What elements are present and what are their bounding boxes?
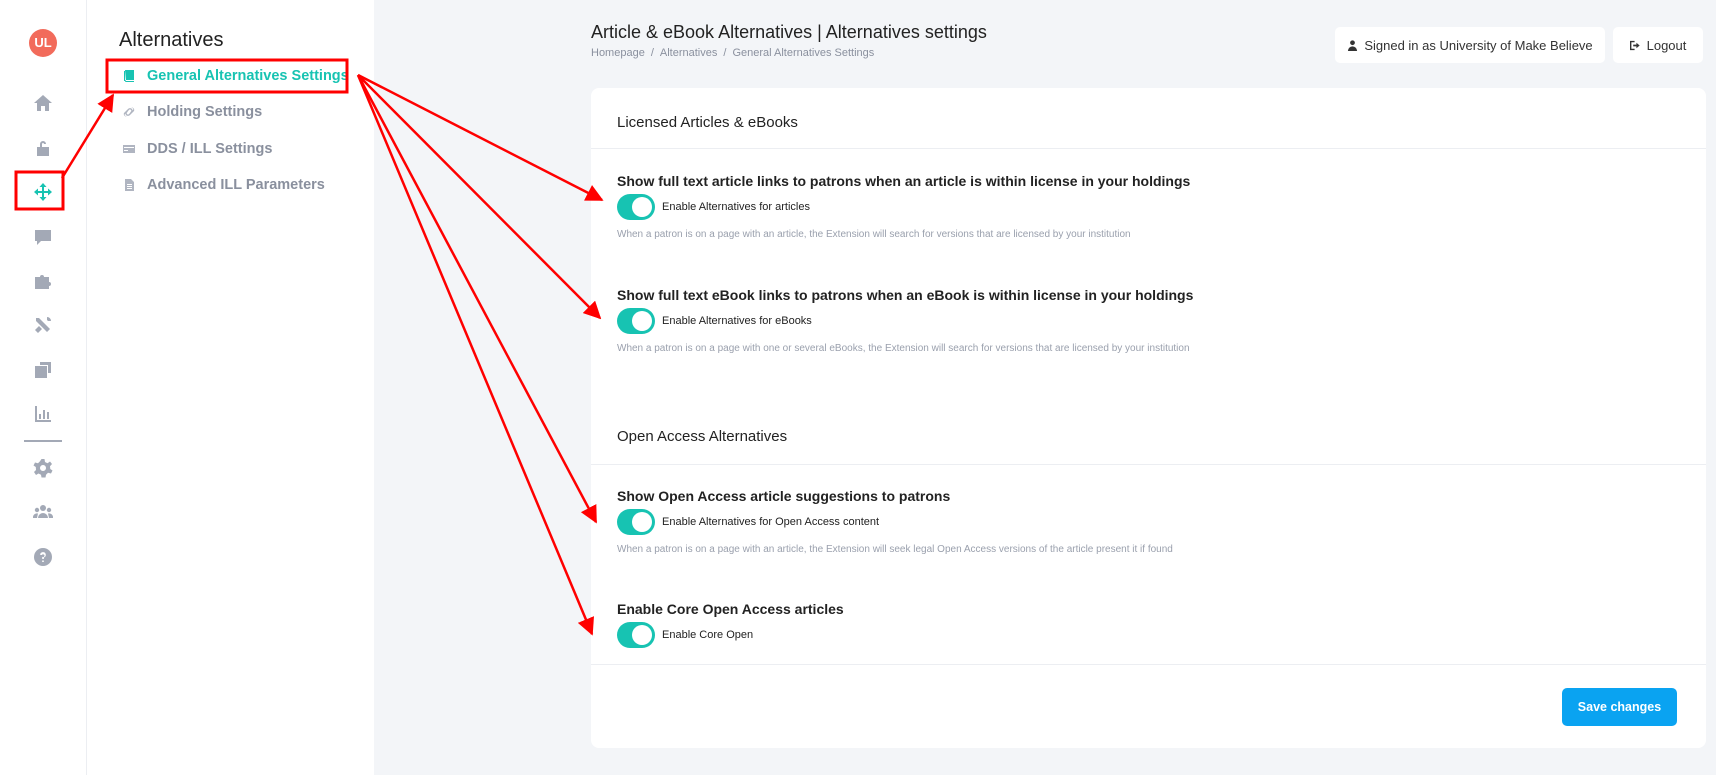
toggle-row-core-open: Enable Core Open xyxy=(617,622,753,648)
setting-title-articles: Show full text article links to patrons … xyxy=(617,173,1191,189)
chat-icon[interactable] xyxy=(25,220,61,254)
ebooks-toggle[interactable] xyxy=(617,308,655,334)
open-access-toggle[interactable] xyxy=(617,509,655,535)
toggle-row-open-access: Enable Alternatives for Open Access cont… xyxy=(617,509,879,535)
help-text: When a patron is on a page with an artic… xyxy=(617,229,1131,240)
puzzle-icon[interactable] xyxy=(25,264,61,298)
setting-title-core-open: Enable Core Open Access articles xyxy=(617,601,844,617)
sidebar-item-label: General Alternatives Settings xyxy=(147,68,349,84)
arrows-move-icon[interactable] xyxy=(25,175,61,209)
annotation-arrow xyxy=(357,73,604,202)
document-icon xyxy=(123,179,135,191)
sidebar-item-label: Holding Settings xyxy=(147,104,263,120)
breadcrumb-separator: / xyxy=(650,47,654,59)
annotation-arrow xyxy=(356,74,598,524)
gear-icon[interactable] xyxy=(25,451,61,485)
chart-icon[interactable] xyxy=(25,397,61,431)
users-icon[interactable] xyxy=(25,495,61,529)
toggle-label: Enable Alternatives for articles xyxy=(662,201,810,213)
toggle-row-ebooks: Enable Alternatives for eBooks xyxy=(617,308,812,334)
breadcrumb-current: General Alternatives Settings xyxy=(732,47,875,59)
card-icon xyxy=(123,143,135,155)
icon-rail: UL xyxy=(0,0,87,775)
sidebar-item-dds-ill-settings[interactable]: DDS / ILL Settings xyxy=(123,137,272,161)
link-icon xyxy=(123,106,135,118)
section-title-licensed: Licensed Articles & eBooks xyxy=(617,114,798,131)
settings-card: Licensed Articles & eBooks Show full tex… xyxy=(591,88,1706,748)
sidebar-title: Alternatives xyxy=(119,29,224,51)
tools-icon[interactable] xyxy=(25,308,61,342)
home-icon[interactable] xyxy=(25,86,61,120)
rail-divider xyxy=(24,440,62,442)
toggle-label: Enable Core Open xyxy=(662,629,754,641)
save-changes-button[interactable]: Save changes xyxy=(1562,688,1677,726)
section-divider xyxy=(591,464,1706,465)
articles-toggle[interactable] xyxy=(617,194,655,220)
sidebar-item-label: Advanced ILL Parameters xyxy=(147,177,325,193)
logout-label: Logout xyxy=(1646,37,1687,53)
breadcrumb: Homepage / Alternatives / General Altern… xyxy=(591,47,874,59)
toggle-row-articles: Enable Alternatives for articles xyxy=(617,194,810,220)
signed-in-button[interactable]: Signed in as University of Make Believe xyxy=(1335,27,1605,63)
book-icon xyxy=(123,70,135,82)
breadcrumb-homepage[interactable]: Homepage xyxy=(591,47,645,59)
breadcrumb-separator: / xyxy=(723,47,727,59)
setting-title-ebooks: Show full text eBook links to patrons wh… xyxy=(617,287,1194,303)
footer-divider xyxy=(591,664,1706,665)
page-title: Article & eBook Alternatives | Alternati… xyxy=(591,22,987,42)
app-logo[interactable]: UL xyxy=(29,29,57,57)
signed-in-label: Signed in as University of Make Believe xyxy=(1364,37,1593,53)
logout-icon xyxy=(1629,40,1640,50)
logout-button[interactable]: Logout xyxy=(1613,27,1703,63)
unlock-icon[interactable] xyxy=(25,131,61,165)
toggle-label: Enable Alternatives for eBooks xyxy=(662,315,812,327)
sidebar-item-general-alternatives-settings[interactable]: General Alternatives Settings xyxy=(123,64,349,88)
core-open-toggle[interactable] xyxy=(617,622,655,648)
sidebar-item-advanced-ill-parameters[interactable]: Advanced ILL Parameters xyxy=(123,173,325,197)
section-title-open-access: Open Access Alternatives xyxy=(617,428,788,445)
annotation-arrow xyxy=(356,74,594,636)
annotation-arrow xyxy=(357,74,602,320)
user-icon xyxy=(1348,39,1358,51)
help-text: When a patron is on a page with an artic… xyxy=(617,544,1173,555)
setting-title-open-access: Show Open Access article suggestions to … xyxy=(617,488,951,504)
help-text: When a patron is on a page with one or s… xyxy=(617,343,1190,354)
copy-icon[interactable] xyxy=(25,353,61,387)
help-icon[interactable] xyxy=(25,540,61,574)
toggle-label: Enable Alternatives for Open Access cont… xyxy=(662,516,880,528)
alternatives-sidebar: Alternatives General Alternatives Settin… xyxy=(87,0,374,775)
sidebar-item-label: DDS / ILL Settings xyxy=(147,141,273,157)
breadcrumb-alternatives[interactable]: Alternatives xyxy=(660,47,717,59)
section-divider xyxy=(591,148,1706,149)
sidebar-item-holding-settings[interactable]: Holding Settings xyxy=(123,100,262,124)
